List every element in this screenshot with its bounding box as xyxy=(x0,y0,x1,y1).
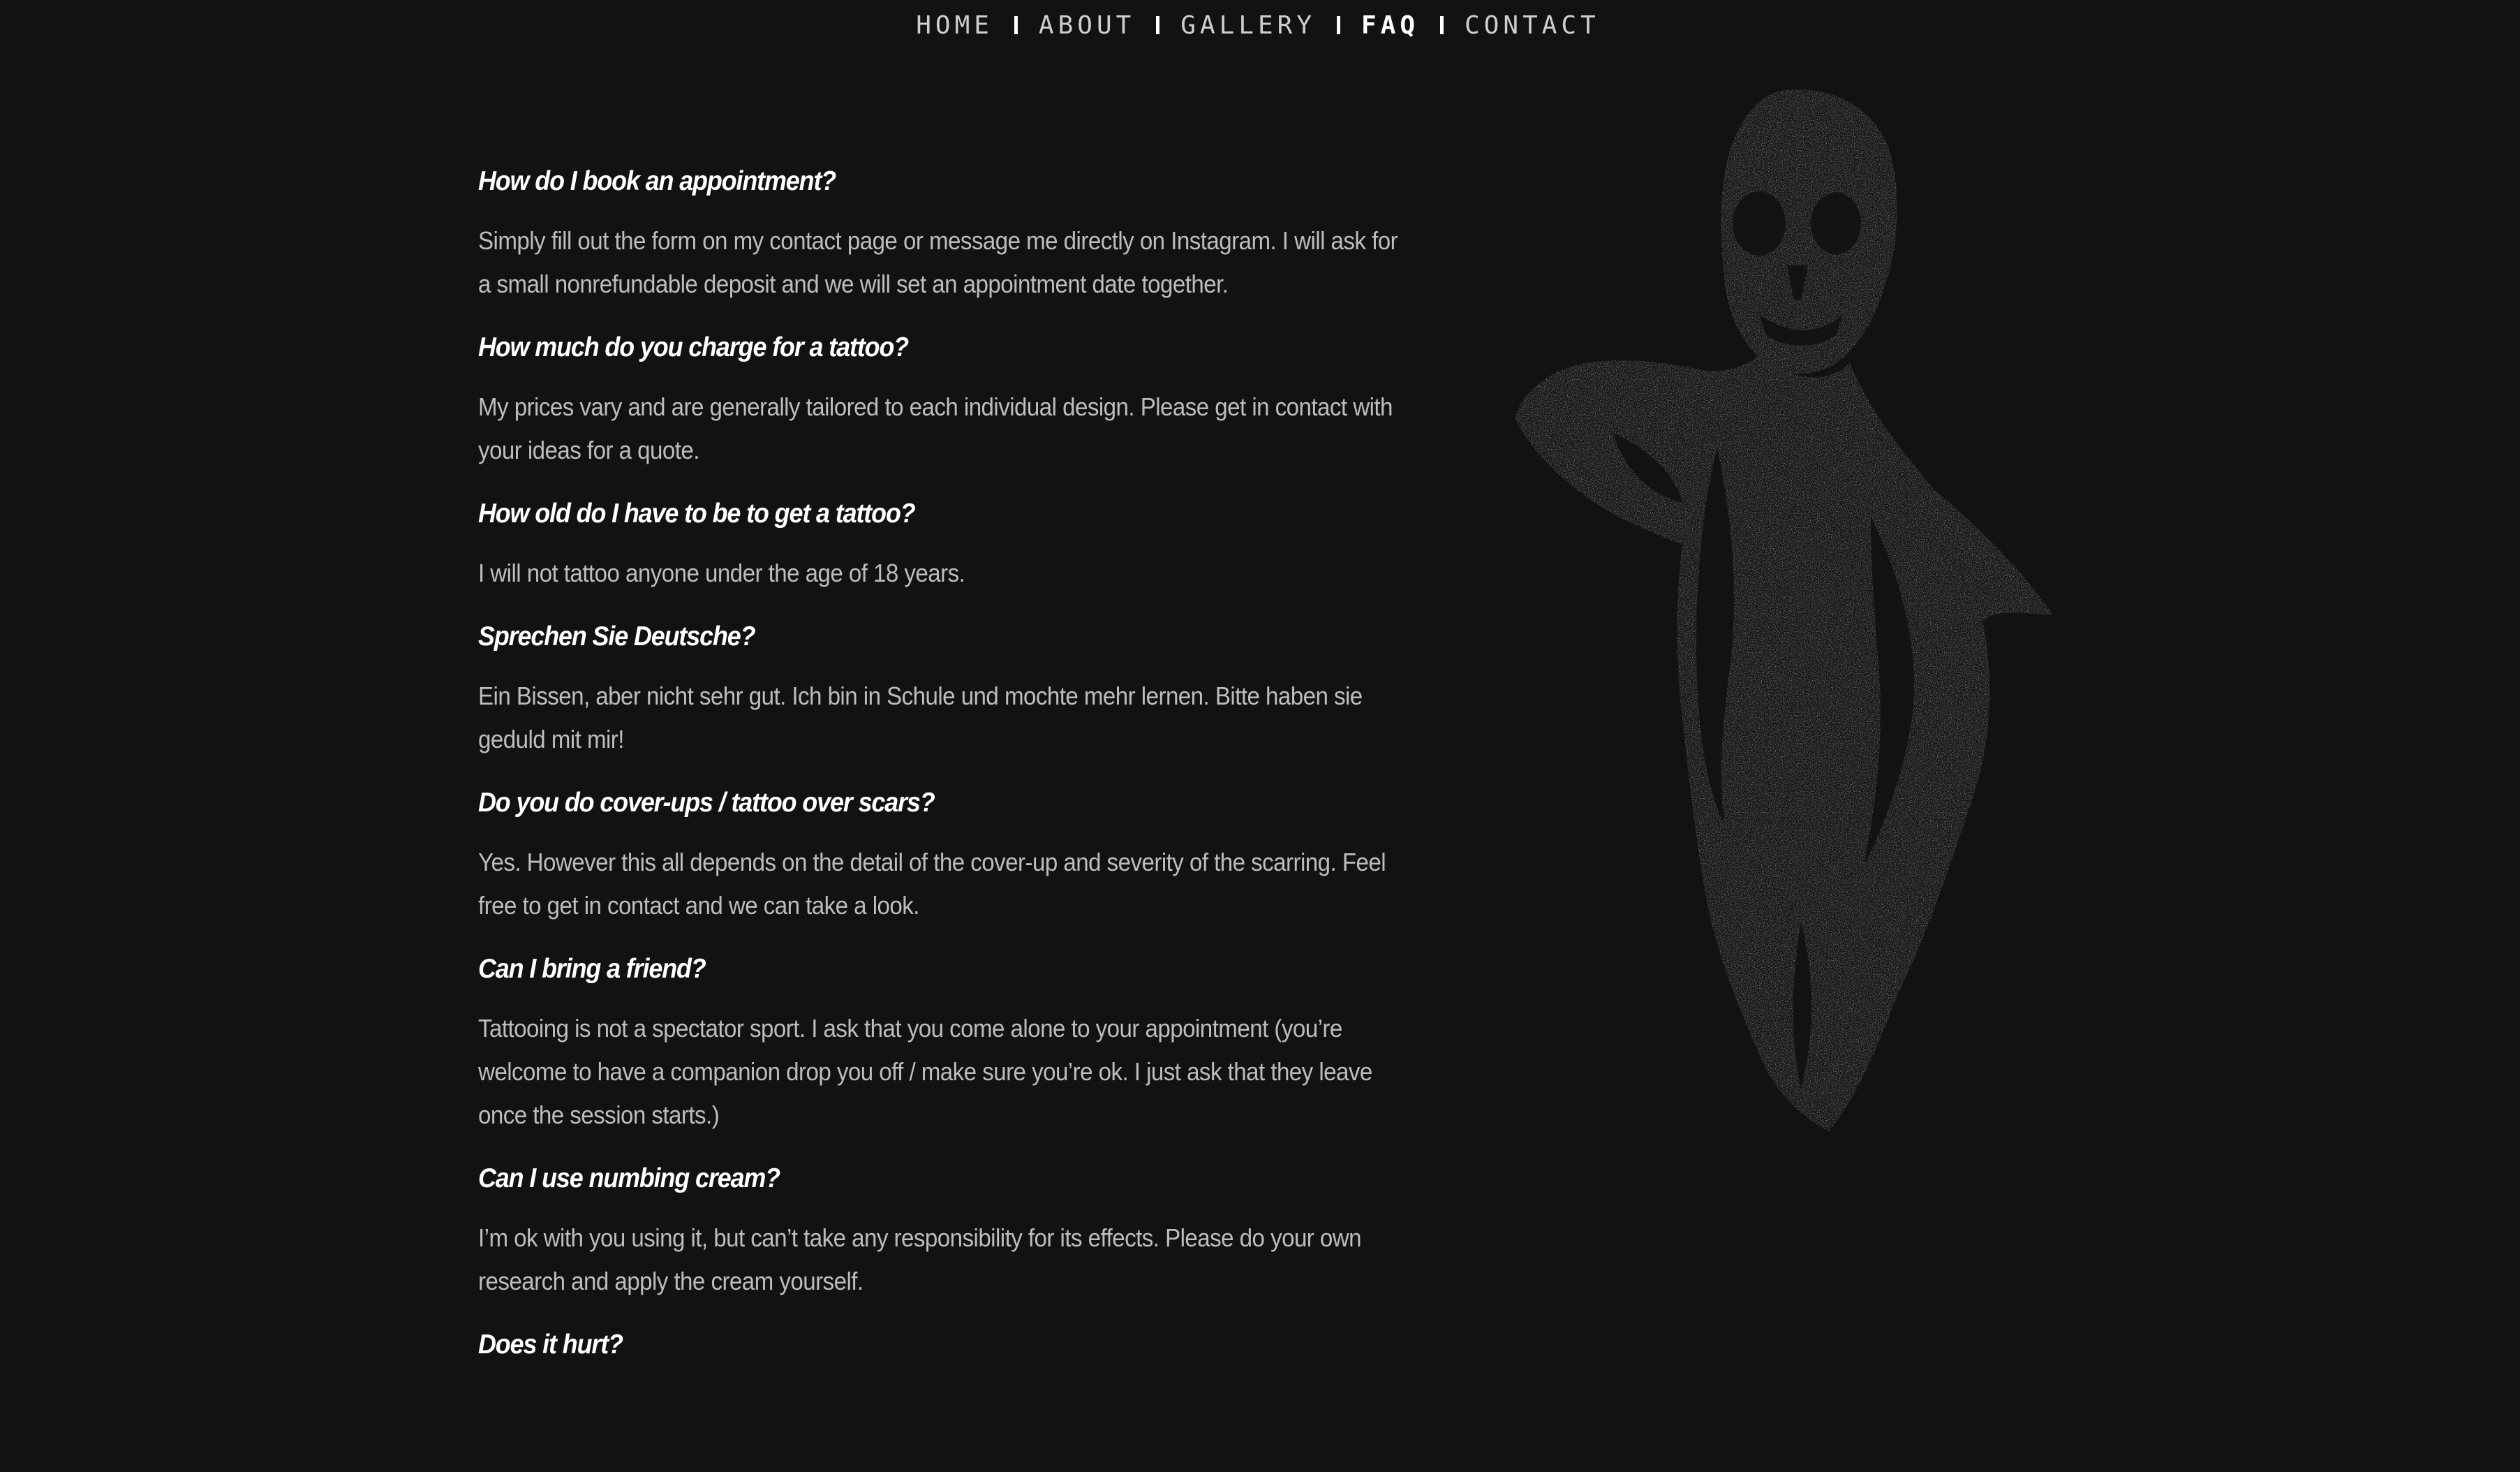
nav-separator xyxy=(1156,16,1160,34)
faq-question: Does it hurt? xyxy=(478,1330,623,1360)
nav-about[interactable]: ABOUT xyxy=(1039,11,1135,40)
faq-item: Sprechen Sie Deutsche? Ein Bissen, aber … xyxy=(478,621,1428,761)
faq-question: Can I bring a friend? xyxy=(478,954,706,984)
nav-links: HOME ABOUT GALLERY FAQ CONTACT xyxy=(916,11,1600,40)
faq-question: Can I use numbing cream? xyxy=(478,1163,780,1193)
faq-answer: My prices vary and are generally tailore… xyxy=(478,392,1393,464)
faq-question: Do you do cover-ups / tattoo over scars? xyxy=(478,788,935,818)
faq-item: Can I bring a friend? Tattooing is not a… xyxy=(478,954,1428,1137)
faq-item: Does it hurt? xyxy=(478,1330,1428,1360)
faq-answer: Simply fill out the form on my contact p… xyxy=(478,226,1398,298)
faq-question: How much do you charge for a tattoo? xyxy=(478,332,909,362)
decayed-figure-illustration-icon xyxy=(1515,89,2052,1131)
faq-item: How do I book an appointment? Simply fil… xyxy=(478,166,1428,306)
faq-question: Sprechen Sie Deutsche? xyxy=(478,621,756,652)
nav-separator xyxy=(1440,16,1444,34)
nav-gallery[interactable]: GALLERY xyxy=(1180,11,1316,40)
faq-question: How do I book an appointment? xyxy=(478,166,836,196)
nav-contact[interactable]: CONTACT xyxy=(1465,11,1600,40)
faq-item: Do you do cover-ups / tattoo over scars?… xyxy=(478,788,1428,927)
faq-answer: Ein Bissen, aber nicht sehr gut. Ich bin… xyxy=(478,682,1363,753)
main-navigation: HOME ABOUT GALLERY FAQ CONTACT xyxy=(0,0,2520,56)
faq-question: How old do I have to be to get a tattoo? xyxy=(478,499,916,529)
faq-answer: I’m ok with you using it, but can’t take… xyxy=(478,1223,1362,1295)
nav-separator xyxy=(1014,16,1018,34)
faq-item: How old do I have to be to get a tattoo?… xyxy=(478,499,1428,595)
faq-item: How much do you charge for a tattoo? My … xyxy=(478,332,1428,472)
faq-list: How do I book an appointment? Simply fil… xyxy=(478,166,1428,1387)
nav-separator xyxy=(1337,16,1341,34)
faq-item: Can I use numbing cream? I’m ok with you… xyxy=(478,1163,1428,1303)
faq-answer: I will not tattoo anyone under the age o… xyxy=(478,559,965,587)
nav-faq[interactable]: FAQ xyxy=(1361,11,1419,40)
nav-home[interactable]: HOME xyxy=(916,11,993,40)
faq-answer: Yes. However this all depends on the det… xyxy=(478,848,1386,920)
faq-answer: Tattooing is not a spectator sport. I as… xyxy=(478,1014,1372,1129)
